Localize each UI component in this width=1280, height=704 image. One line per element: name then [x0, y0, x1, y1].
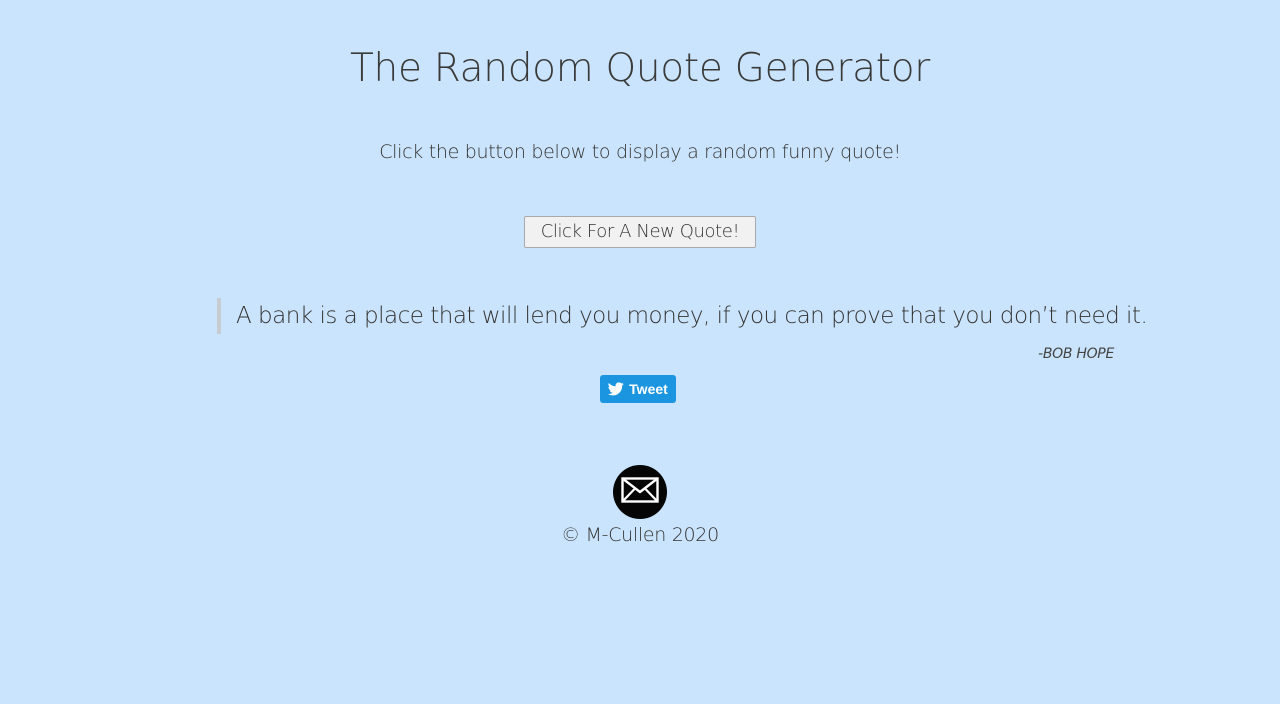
- instructions-text: Click the button below to display a rand…: [379, 141, 901, 163]
- footer-copyright: © M-Cullen 2020: [561, 524, 719, 546]
- email-link[interactable]: [613, 465, 667, 519]
- envelope-icon: [621, 477, 659, 507]
- quote-author: -BOB HOPE: [1038, 346, 1114, 362]
- twitter-bird-icon: [608, 382, 624, 396]
- quote-text: A bank is a place that will lend you mon…: [236, 303, 1148, 329]
- new-quote-button[interactable]: Click For A New Quote!: [524, 216, 756, 248]
- page-title: The Random Quote Generator: [350, 46, 930, 91]
- tweet-button[interactable]: Tweet: [600, 375, 676, 403]
- tweet-label: Tweet: [629, 381, 668, 397]
- page: The Random Quote Generator Click the but…: [0, 0, 1280, 704]
